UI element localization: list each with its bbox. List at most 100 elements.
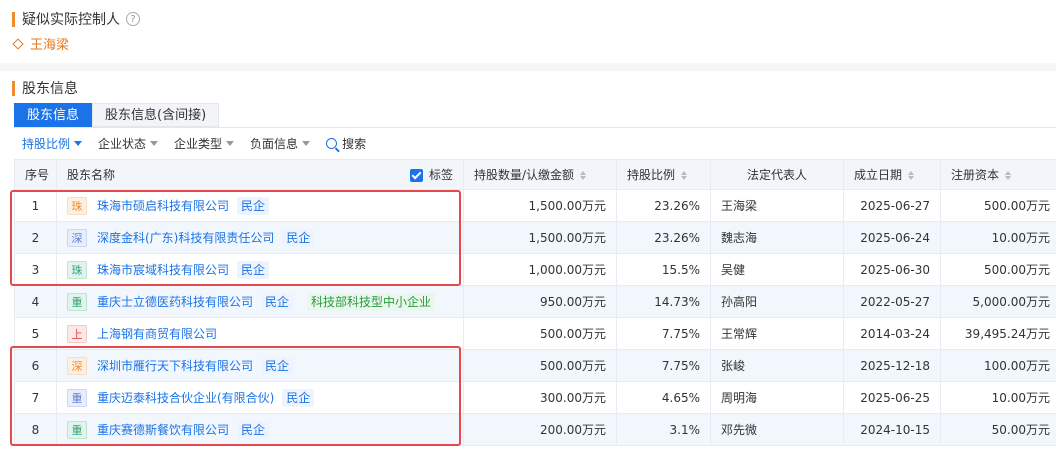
cell-legal-rep[interactable]: 王海梁 — [710, 189, 844, 222]
cell-founded: 2025-06-30 — [843, 253, 941, 286]
cell-index: 5 — [14, 317, 57, 350]
tag-private[interactable]: 民企 — [261, 356, 294, 375]
cell-ratio: 23.26% — [616, 221, 711, 254]
cell-ratio: 7.75% — [616, 317, 711, 350]
cell-amount: 1,500.00万元 — [463, 189, 617, 222]
table-row: 1 珠 珠海市硕启科技有限公司 民企 1,500.00万元 23.26% 王海梁 … — [14, 189, 1056, 222]
tag-toggle[interactable]: 标签 — [409, 166, 453, 183]
filter-ratio[interactable]: 持股比例 — [22, 135, 83, 152]
header-legal-rep: 法定代表人 — [710, 159, 844, 190]
cell-amount: 500.00万元 — [463, 317, 617, 350]
tab-shareholders[interactable]: 股东信息 — [14, 103, 93, 127]
shareholder-section-title: 股东信息 — [12, 78, 78, 98]
tag-private[interactable]: 民企 — [261, 292, 294, 311]
cell-ratio: 15.5% — [616, 253, 711, 286]
company-logo-icon: 重 — [67, 292, 87, 311]
company-link[interactable]: 重庆士立德医药科技有限公司 — [97, 293, 253, 310]
tag-private[interactable]: 民企 — [282, 228, 315, 247]
cell-founded: 2022-05-27 — [843, 285, 941, 318]
tag-private[interactable]: 民企 — [282, 388, 315, 407]
table-row: 7 重 重庆迈泰科技合伙企业(有限合伙) 民企 300.00万元 4.65% 周明… — [14, 381, 1056, 414]
tag-private[interactable]: 民企 — [237, 420, 270, 439]
cell-capital: 50.00万元 — [940, 413, 1056, 446]
cell-legal-rep[interactable]: 张峻 — [710, 349, 844, 382]
company-link[interactable]: 上海钢有商贸有限公司 — [97, 325, 217, 342]
header-capital[interactable]: 注册资本 — [940, 159, 1056, 190]
cell-name: 深 深圳市雁行天下科技有限公司 民企 — [56, 349, 464, 382]
filter-bar: 持股比例 企业状态 企业类型 负面信息 搜索 — [22, 135, 382, 152]
controller-person[interactable]: 王海梁 — [12, 34, 69, 53]
tag-tech-sme[interactable]: 科技部科技型中小企业 — [307, 292, 436, 311]
cell-legal-rep[interactable]: 周明海 — [710, 381, 844, 414]
company-link[interactable]: 深圳市雁行天下科技有限公司 — [97, 357, 253, 374]
chevron-down-icon — [302, 141, 311, 146]
cell-index: 7 — [14, 381, 57, 414]
cell-founded: 2025-06-24 — [843, 221, 941, 254]
sort-icon[interactable] — [1005, 171, 1012, 180]
cell-index: 1 — [14, 189, 57, 222]
section-bar — [12, 80, 15, 96]
person-diamond-icon — [12, 37, 24, 50]
cell-index: 4 — [14, 285, 57, 318]
company-link[interactable]: 珠海市宸域科技有限公司 — [97, 261, 229, 278]
section-divider — [0, 63, 1056, 71]
controller-section-title: 疑似实际控制人 ? — [12, 9, 140, 29]
cell-amount: 200.00万元 — [463, 413, 617, 446]
sort-icon[interactable] — [580, 171, 587, 180]
cell-index: 8 — [14, 413, 57, 446]
sort-icon[interactable] — [908, 171, 915, 180]
tab-underline — [14, 127, 1056, 128]
shareholder-table: 序号 股东名称 标签 持股数量/认缴金额 持股比例 法定代表人 成立日期 注册资… — [14, 159, 1056, 446]
company-link[interactable]: 重庆赛德斯餐饮有限公司 — [97, 421, 229, 438]
cell-index: 2 — [14, 221, 57, 254]
header-ratio[interactable]: 持股比例 — [616, 159, 711, 190]
cell-name: 上 上海钢有商贸有限公司 — [56, 317, 464, 350]
shareholder-title: 股东信息 — [22, 81, 78, 97]
cell-legal-rep[interactable]: 邓先微 — [710, 413, 844, 446]
cell-founded: 2025-06-27 — [843, 189, 941, 222]
company-link[interactable]: 珠海市硕启科技有限公司 — [97, 197, 229, 214]
cell-founded: 2014-03-24 — [843, 317, 941, 350]
tab-shareholders-indirect[interactable]: 股东信息(含间接) — [92, 103, 220, 127]
chevron-down-icon — [74, 141, 83, 146]
company-link[interactable]: 重庆迈泰科技合伙企业(有限合伙) — [97, 389, 274, 406]
header-founded[interactable]: 成立日期 — [843, 159, 941, 190]
cell-name: 重 重庆士立德医药科技有限公司 民企 科技部科技型中小企业 — [56, 285, 464, 318]
filter-status[interactable]: 企业状态 — [98, 135, 159, 152]
tag-private[interactable]: 民企 — [237, 196, 270, 215]
sort-icon[interactable] — [681, 171, 688, 180]
table-header: 序号 股东名称 标签 持股数量/认缴金额 持股比例 法定代表人 成立日期 注册资… — [14, 159, 1056, 190]
cell-legal-rep[interactable]: 孙高阳 — [710, 285, 844, 318]
cell-ratio: 23.26% — [616, 189, 711, 222]
checkbox-icon[interactable] — [409, 169, 423, 182]
header-amount-label: 持股数量/认缴金额 — [474, 168, 575, 182]
company-logo-icon: 珠 — [67, 196, 87, 215]
cell-amount: 950.00万元 — [463, 285, 617, 318]
company-logo-icon: 重 — [67, 420, 87, 439]
cell-ratio: 7.75% — [616, 349, 711, 382]
help-icon[interactable]: ? — [126, 12, 140, 26]
filter-label: 持股比例 — [22, 137, 71, 151]
cell-index: 6 — [14, 349, 57, 382]
cell-capital: 5,000.00万元 — [940, 285, 1056, 318]
table-row: 4 重 重庆士立德医药科技有限公司 民企 科技部科技型中小企业 950.00万元 1… — [14, 285, 1056, 318]
company-link[interactable]: 深度金科(广东)科技有限责任公司 — [97, 229, 274, 246]
controller-name[interactable]: 王海梁 — [30, 34, 69, 53]
chevron-down-icon — [226, 141, 235, 146]
header-founded-label: 成立日期 — [854, 168, 903, 182]
cell-founded: 2024-10-15 — [843, 413, 941, 446]
header-amount[interactable]: 持股数量/认缴金额 — [463, 159, 617, 190]
cell-capital: 500.00万元 — [940, 253, 1056, 286]
cell-legal-rep[interactable]: 魏志海 — [710, 221, 844, 254]
cell-founded: 2025-06-25 — [843, 381, 941, 414]
filter-negative[interactable]: 负面信息 — [250, 135, 311, 152]
search-button[interactable]: 搜索 — [326, 135, 366, 152]
table-row: 5 上 上海钢有商贸有限公司 500.00万元 7.75% 王常辉 2014-0… — [14, 317, 1056, 350]
filter-type[interactable]: 企业类型 — [174, 135, 235, 152]
tag-private[interactable]: 民企 — [237, 260, 270, 279]
cell-amount: 300.00万元 — [463, 381, 617, 414]
cell-legal-rep[interactable]: 吴健 — [710, 253, 844, 286]
header-index: 序号 — [14, 159, 57, 190]
filter-label: 企业类型 — [174, 137, 223, 151]
cell-legal-rep[interactable]: 王常辉 — [710, 317, 844, 350]
